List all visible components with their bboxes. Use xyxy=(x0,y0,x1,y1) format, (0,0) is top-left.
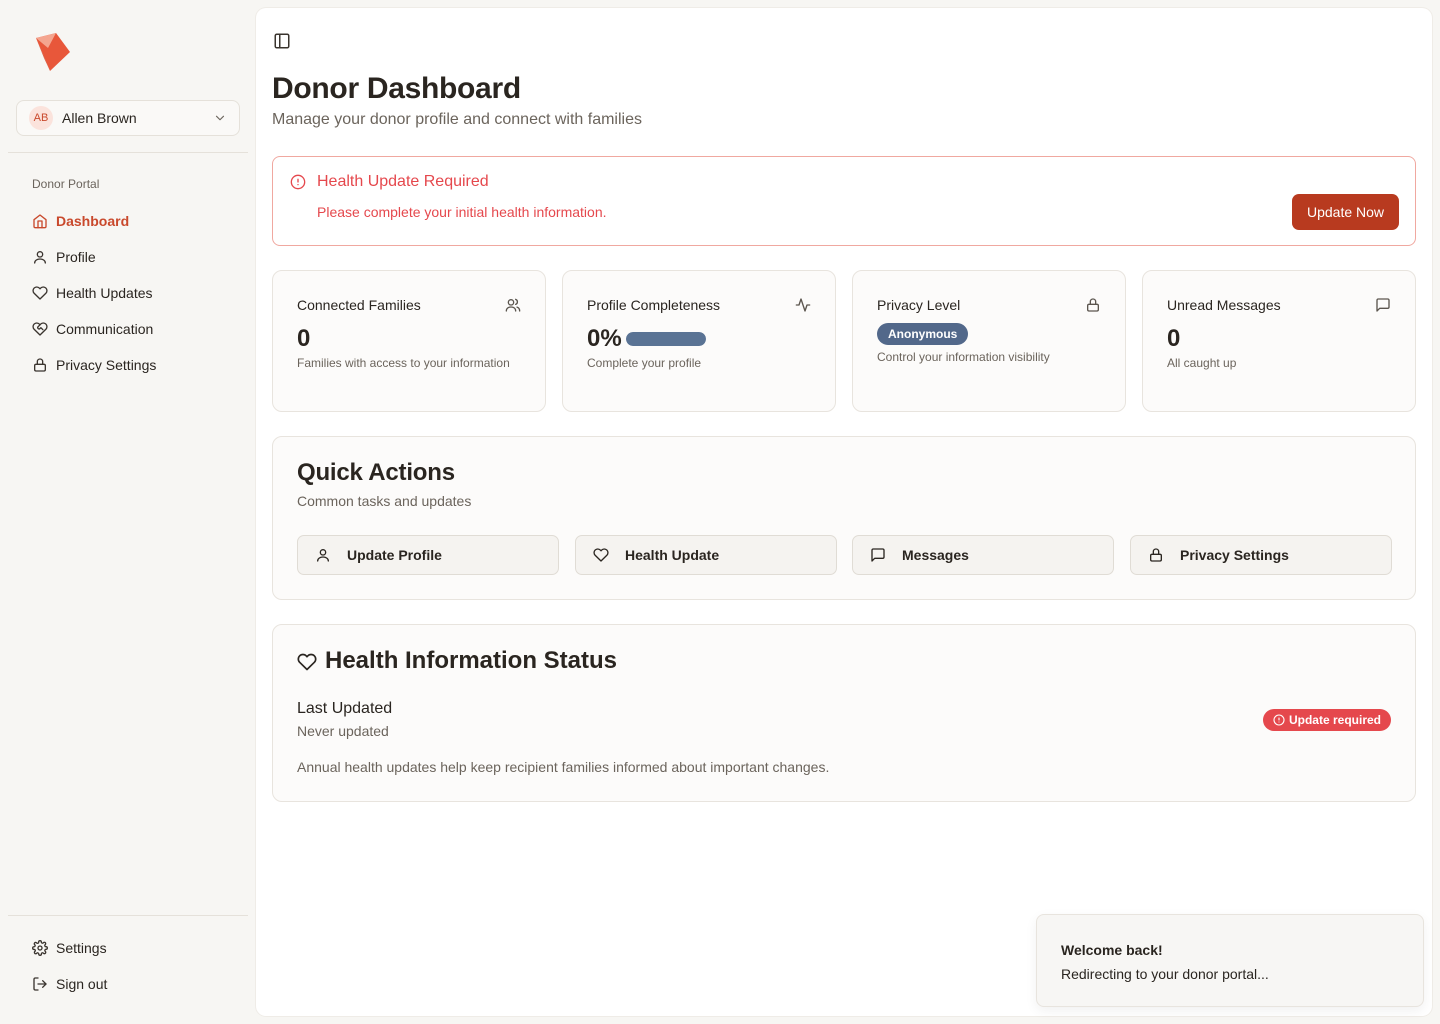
toast-text: Redirecting to your donor portal... xyxy=(1061,966,1269,982)
health-alert: Health Update Required Please complete y… xyxy=(272,156,1416,246)
messages-button[interactable]: Messages xyxy=(852,535,1114,575)
main-content: Donor Dashboard Manage your donor profil… xyxy=(256,8,1432,1016)
profile-progress-bar xyxy=(626,332,706,346)
user-icon xyxy=(34,251,46,264)
users-icon xyxy=(505,298,521,312)
sidebar-divider xyxy=(8,152,248,153)
update-now-button[interactable]: Update Now xyxy=(1292,194,1399,230)
stat-title: Privacy Level xyxy=(877,297,961,313)
card-title: Quick Actions xyxy=(297,459,455,486)
sidebar-nav: Dashboard Profile Health Updates Communi… xyxy=(24,203,240,383)
last-updated-label: Last Updated xyxy=(297,700,393,717)
alert-title: Health Update Required xyxy=(317,173,489,190)
home-icon xyxy=(33,214,47,229)
alert-text: Please complete your initial health info… xyxy=(317,204,607,220)
sidebar-group-label: Donor Portal xyxy=(32,177,100,191)
heart-icon xyxy=(593,548,609,562)
alert-circle-icon xyxy=(1273,714,1285,726)
page-title: Donor Dashboard xyxy=(272,72,521,105)
sign-out-icon xyxy=(33,977,47,991)
stat-value: 0 xyxy=(1167,325,1181,352)
stat-card-privacy-level: Privacy Level Anonymous Control your inf… xyxy=(852,270,1126,412)
sidebar-bottom-nav: Settings Sign out xyxy=(24,930,240,1002)
progress-fill xyxy=(626,332,706,346)
stat-card-profile-completeness: Profile Completeness 0% Complete your pr… xyxy=(562,270,836,412)
sidebar-item-label: Settings xyxy=(56,940,107,956)
page-subtitle: Manage your donor profile and connect wi… xyxy=(272,111,642,128)
sidebar-item-sign-out[interactable]: Sign out xyxy=(24,966,240,1002)
stat-description: All caught up xyxy=(1167,356,1237,370)
toast-title: Welcome back! xyxy=(1061,942,1163,958)
lock-icon xyxy=(34,358,46,372)
stat-description: Families with access to your information xyxy=(297,356,510,370)
privacy-settings-button[interactable]: Privacy Settings xyxy=(1130,535,1392,575)
sidebar-item-label: Health Updates xyxy=(56,285,153,301)
user-name: Allen Brown xyxy=(62,110,137,126)
card-title: Health Information Status xyxy=(325,647,618,674)
status-badge: Update required xyxy=(1262,709,1391,731)
stat-card-connected-families: Connected Families 0 Families with acces… xyxy=(272,270,546,412)
gear-icon xyxy=(32,940,48,956)
lock-icon xyxy=(1150,548,1162,562)
sidebar-item-privacy-settings[interactable]: Privacy Settings xyxy=(24,347,240,383)
message-icon xyxy=(871,548,885,562)
sidebar-item-label: Dashboard xyxy=(56,213,130,229)
sidebar-toggle-icon[interactable] xyxy=(273,32,291,50)
privacy-badge: Anonymous xyxy=(877,323,969,345)
chevron-down-icon xyxy=(215,115,225,121)
sidebar-item-label: Communication xyxy=(56,321,154,337)
sidebar-item-label: Sign out xyxy=(56,976,108,992)
health-status-card: Health Information Status Last Updated N… xyxy=(272,624,1416,802)
button-label: Messages xyxy=(902,547,969,563)
sidebar-item-dashboard[interactable]: Dashboard xyxy=(24,203,240,239)
sidebar-item-health-updates[interactable]: Health Updates xyxy=(24,275,240,311)
lock-icon xyxy=(1087,298,1099,312)
health-update-button[interactable]: Health Update xyxy=(575,535,837,575)
sidebar-item-label: Privacy Settings xyxy=(56,357,157,373)
activity-icon xyxy=(795,298,811,312)
stat-description: Control your information visibility xyxy=(877,350,1050,364)
alert-circle-icon xyxy=(290,174,306,190)
toast-notification: Welcome back! Redirecting to your donor … xyxy=(1036,914,1424,1007)
card-subtitle: Common tasks and updates xyxy=(297,493,472,509)
heart-handshake-icon xyxy=(32,322,48,336)
stat-title: Connected Families xyxy=(297,297,421,313)
sidebar-item-communication[interactable]: Communication xyxy=(24,311,240,347)
stat-card-unread-messages: Unread Messages 0 All caught up xyxy=(1142,270,1416,412)
sidebar-item-profile[interactable]: Profile xyxy=(24,239,240,275)
button-label: Privacy Settings xyxy=(1180,547,1289,563)
user-switcher[interactable]: AB Allen Brown xyxy=(16,100,240,136)
avatar: AB xyxy=(29,106,53,130)
health-status-note: Annual health updates help keep recipien… xyxy=(297,759,830,775)
button-label: Update Profile xyxy=(347,547,442,563)
stat-description: Complete your profile xyxy=(587,356,702,370)
quick-actions-card: Quick Actions Common tasks and updates U… xyxy=(272,436,1416,600)
status-badge-label: Update required xyxy=(1288,713,1381,727)
stat-value: 0 xyxy=(297,325,311,352)
heart-icon xyxy=(32,286,48,300)
sidebar-divider xyxy=(8,915,248,916)
sidebar-item-settings[interactable]: Settings xyxy=(24,930,240,966)
user-icon xyxy=(317,549,329,562)
logo xyxy=(30,30,74,74)
update-profile-button[interactable]: Update Profile xyxy=(297,535,559,575)
stat-value: 0% xyxy=(587,325,622,352)
message-icon xyxy=(1376,298,1390,312)
sidebar: AB Allen Brown Donor Portal Dashboard Pr… xyxy=(0,0,256,1024)
stat-title: Profile Completeness xyxy=(587,297,721,313)
button-label: Health Update xyxy=(625,547,720,563)
stat-title: Unread Messages xyxy=(1167,297,1281,313)
sidebar-item-label: Profile xyxy=(56,249,96,265)
last-updated-value: Never updated xyxy=(297,723,389,739)
heart-icon xyxy=(297,653,317,671)
